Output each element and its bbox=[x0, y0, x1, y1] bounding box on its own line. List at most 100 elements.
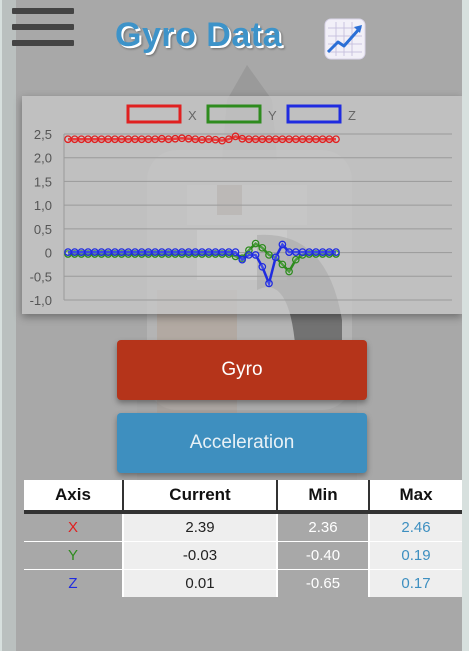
data-point bbox=[231, 132, 240, 141]
data-point bbox=[77, 135, 86, 144]
data-point bbox=[137, 248, 146, 256]
data-point bbox=[151, 135, 159, 144]
legend-swatch bbox=[126, 104, 182, 124]
data-point bbox=[184, 248, 193, 256]
data-point bbox=[151, 248, 159, 256]
y-tick-label: -0,5 bbox=[30, 269, 52, 284]
y-tick-label: 2,5 bbox=[34, 127, 52, 142]
data-point bbox=[305, 248, 314, 256]
data-point bbox=[291, 135, 300, 144]
data-point bbox=[332, 135, 340, 144]
data-point bbox=[70, 248, 79, 256]
data-point bbox=[238, 134, 247, 143]
y-tick-label: -1,0 bbox=[30, 293, 52, 308]
data-point bbox=[171, 134, 180, 143]
chart-increasing-icon bbox=[324, 18, 366, 60]
data-point bbox=[285, 267, 293, 276]
legend-label: X bbox=[188, 108, 197, 123]
data-point bbox=[298, 248, 307, 256]
data-point bbox=[137, 135, 146, 144]
data-point bbox=[258, 135, 267, 144]
menu-bar bbox=[12, 8, 74, 14]
table-row: X 2.39 2.36 2.46 bbox=[24, 511, 462, 542]
min-cell: -0.65 bbox=[276, 569, 369, 597]
data-point bbox=[318, 135, 327, 144]
data-point bbox=[111, 248, 119, 256]
current-cell: -0.03 bbox=[122, 541, 277, 570]
data-point bbox=[111, 135, 119, 144]
data-point bbox=[204, 248, 213, 256]
y-tick-label: 0,5 bbox=[34, 222, 52, 237]
data-point bbox=[305, 135, 314, 144]
max-cell: 0.17 bbox=[368, 569, 462, 597]
legend-swatch bbox=[286, 104, 342, 124]
data-point bbox=[124, 135, 133, 144]
data-point bbox=[231, 248, 240, 256]
data-point bbox=[198, 135, 206, 144]
gyro-button[interactable]: Gyro bbox=[117, 340, 367, 400]
data-point bbox=[251, 251, 260, 259]
data-point bbox=[251, 135, 260, 144]
data-point bbox=[218, 248, 226, 256]
data-point bbox=[178, 134, 186, 143]
data-point bbox=[157, 134, 166, 143]
table-row: Z 0.01 -0.65 0.17 bbox=[24, 569, 462, 597]
page-title: Gyro Data bbox=[115, 16, 282, 54]
data-point bbox=[278, 135, 287, 144]
data-point bbox=[97, 135, 106, 144]
data-point bbox=[117, 248, 126, 256]
data-point bbox=[171, 248, 180, 256]
hamburger-menu-icon[interactable] bbox=[12, 8, 74, 48]
data-point bbox=[84, 248, 92, 256]
data-point bbox=[271, 135, 280, 144]
column-header-min: Min bbox=[276, 480, 369, 514]
data-point bbox=[211, 135, 220, 144]
data-point bbox=[90, 248, 99, 256]
table-row: Y -0.03 -0.40 0.19 bbox=[24, 541, 462, 570]
data-point bbox=[265, 251, 273, 259]
data-point bbox=[90, 135, 99, 144]
legend-swatch bbox=[206, 104, 262, 124]
data-point bbox=[131, 248, 139, 256]
data-point bbox=[291, 248, 300, 256]
data-point bbox=[184, 134, 193, 143]
data-point bbox=[332, 248, 340, 256]
data-point bbox=[131, 135, 139, 144]
current-cell: 2.39 bbox=[122, 511, 277, 542]
data-point bbox=[278, 240, 287, 249]
data-point bbox=[245, 251, 253, 259]
data-point bbox=[178, 248, 186, 256]
column-header-current: Current bbox=[122, 480, 277, 514]
data-point bbox=[271, 253, 280, 262]
data-point bbox=[84, 135, 92, 144]
data-point bbox=[325, 135, 334, 144]
app-screen: Gyro Data 2,5 2,0 1,5 1,0 0,5 0 -0,5 -1,0 X Y Z Gy… bbox=[2, 0, 462, 651]
legend-label: Y bbox=[268, 108, 277, 123]
data-point bbox=[104, 248, 113, 256]
data-point bbox=[245, 135, 253, 144]
data-point bbox=[258, 262, 267, 271]
data-point bbox=[224, 135, 233, 144]
data-point bbox=[218, 136, 226, 145]
min-cell: -0.40 bbox=[276, 541, 369, 570]
legend-label: Z bbox=[348, 108, 356, 123]
data-point bbox=[191, 135, 200, 144]
data-point bbox=[70, 135, 79, 144]
table-header-row: Axis Current Min Max bbox=[24, 480, 462, 514]
screen-edge bbox=[2, 0, 16, 651]
data-point bbox=[238, 255, 247, 264]
data-point bbox=[258, 243, 267, 252]
data-point bbox=[157, 248, 166, 256]
max-cell: 2.46 bbox=[368, 511, 462, 542]
data-point bbox=[211, 248, 220, 256]
data-point bbox=[265, 279, 273, 288]
current-cell: 0.01 bbox=[122, 569, 277, 597]
data-point bbox=[312, 135, 320, 144]
data-point bbox=[224, 248, 233, 256]
data-point bbox=[278, 260, 287, 269]
axis-cell: Y bbox=[24, 541, 123, 570]
data-point bbox=[164, 248, 173, 256]
acceleration-button[interactable]: Acceleration bbox=[117, 413, 367, 473]
data-point bbox=[298, 135, 307, 144]
gyro-stats-table: Axis Current Min Max X 2.39 2.36 2.46 Y … bbox=[24, 480, 462, 597]
